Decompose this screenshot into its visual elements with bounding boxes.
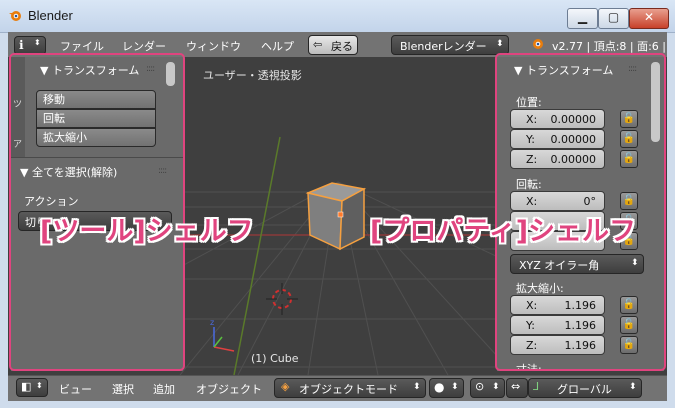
pivot-icon: ⊙ [475,380,485,393]
render-engine-value: Blenderレンダー [400,40,487,53]
chevron-icon: ⬍ [34,38,41,47]
render-engine-select[interactable]: Blenderレンダー ⬍ [391,35,509,55]
blender-logo-icon [9,11,21,21]
mode-value: オブジェクトモード [299,383,398,396]
minimize-button[interactable]: ▁ [567,8,598,29]
menu-add[interactable]: 追加 [153,381,175,397]
chevron-updown-icon: ⬍ [413,382,421,392]
orientation-select[interactable]: ⅃ グローバル ⬍ [528,378,642,398]
editor-type-button[interactable]: ◧ ⬍ [16,378,48,397]
active-object-label: (1) Cube [251,352,299,365]
close-icon: ✕ [643,10,655,24]
view-mode-label: ユーザー・透視投影 [203,69,302,82]
axis-gizmo-icon: z [210,318,235,352]
scene-stats: v2.77 | 頂点:8 | 面:6 | 三 [552,40,667,53]
blender-logo-icon [533,39,543,49]
window-title: Blender [28,8,73,23]
back-label: 戻る [331,40,353,53]
menu-render[interactable]: レンダー [122,38,166,54]
chevron-updown-icon: ⬍ [629,382,637,392]
mode-select[interactable]: ◈ オブジェクトモード ⬍ [274,378,426,398]
shading-select[interactable]: ● ⬍ [429,378,464,398]
menu-window[interactable]: ウィンドウ [186,38,241,54]
object-mode-icon: ◈ [281,380,290,393]
back-button[interactable]: ⇦ 戻る [308,35,358,55]
tool-shelf-annotation: [ツール]シェルフ [40,216,254,247]
properties-shelf-annotation: [プロパティ]シェルフ [370,216,637,247]
shading-solid-icon: ● [434,380,445,394]
orientation-value: グローバル [557,383,612,396]
chevron-icon: ⬍ [36,381,43,390]
info-icon: ℹ [19,38,24,52]
menu-select[interactable]: 選択 [112,381,134,397]
chevron-updown-icon: ⬍ [496,39,504,49]
menu-view[interactable]: ビュー [59,381,92,397]
maximize-button[interactable]: ▢ [598,8,629,29]
close-button[interactable]: ✕ [629,8,669,29]
back-icon: ⇦ [313,38,323,51]
maximize-icon: ▢ [607,10,620,24]
pivot-select[interactable]: ⊙ ⬍ [470,378,505,398]
svg-text:z: z [210,318,214,327]
menu-file[interactable]: ファイル [60,38,104,54]
menu-object[interactable]: オブジェクト [196,381,262,397]
manipulator-icon: ⇔ [511,380,521,393]
cube-object[interactable] [298,179,378,259]
3d-cursor-icon[interactable] [264,281,300,317]
chevron-updown-icon: ⬍ [451,382,459,392]
cube-editor-icon: ◧ [21,380,32,393]
minimize-icon: ▁ [577,10,588,24]
manipulator-toggle[interactable]: ⇔ [506,378,528,398]
orientation-icon: ⅃ [533,380,540,393]
menu-help[interactable]: ヘルプ [261,38,294,54]
chevron-updown-icon: ⬍ [492,382,500,392]
